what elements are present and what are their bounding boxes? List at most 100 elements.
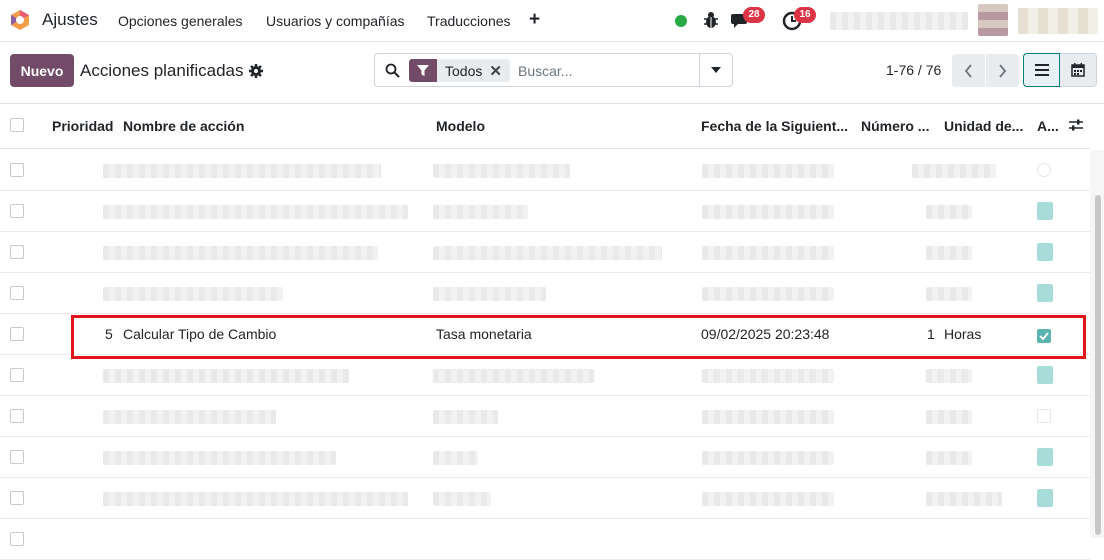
blurred-cell xyxy=(103,492,408,506)
row-checkbox[interactable] xyxy=(10,245,24,259)
table-row[interactable] xyxy=(0,396,1090,437)
search-bar: Todos ✕ Buscar... xyxy=(374,53,733,87)
header-numero[interactable]: Número ... xyxy=(861,118,929,134)
blurred-cell xyxy=(103,369,349,383)
row-checkbox[interactable] xyxy=(10,532,24,546)
list-view-button[interactable] xyxy=(1023,53,1060,87)
blurred-active-toggle[interactable] xyxy=(1037,202,1053,220)
menu-usuarios-companias[interactable]: Usuarios y compañías xyxy=(266,13,405,29)
menu-opciones-generales[interactable]: Opciones generales xyxy=(118,13,243,29)
user-avatar[interactable] xyxy=(978,4,1008,36)
blurred-active-toggle[interactable] xyxy=(1037,284,1053,302)
table-header: Prioridad Nombre de acción Modelo Fecha … xyxy=(0,104,1090,149)
blurred-cell xyxy=(433,451,478,465)
blurred-cell xyxy=(103,410,276,424)
blurred-cell xyxy=(433,246,662,260)
blurred-cell xyxy=(433,164,570,178)
table-row[interactable] xyxy=(0,150,1090,191)
blurred-cell xyxy=(926,205,972,219)
blurred-cell xyxy=(433,369,594,383)
blurred-cell xyxy=(103,246,378,260)
row-checkbox[interactable] xyxy=(10,286,24,300)
row-checkbox[interactable] xyxy=(10,450,24,464)
odoo-logo-icon[interactable] xyxy=(9,9,31,31)
chevron-right-icon xyxy=(999,63,1007,78)
calendar-view-button[interactable] xyxy=(1060,53,1097,87)
top-navbar: Ajustes Opciones generales Usuarios y co… xyxy=(0,0,1104,42)
online-status-icon xyxy=(675,15,687,27)
app-name[interactable]: Ajustes xyxy=(42,10,98,30)
blurred-cell xyxy=(926,246,972,260)
blurred-cell xyxy=(702,246,834,260)
blurred-active-toggle[interactable] xyxy=(1037,489,1053,507)
caret-down-icon xyxy=(711,67,721,73)
table-row[interactable] xyxy=(0,355,1090,396)
debug-bug-icon[interactable] xyxy=(703,11,719,29)
table-row[interactable] xyxy=(0,437,1090,478)
blurred-cell xyxy=(926,492,1002,506)
facet-label: Todos xyxy=(445,62,483,79)
blurred-cell xyxy=(926,410,972,424)
row-checkbox[interactable] xyxy=(10,491,24,505)
header-unidad[interactable]: Unidad de... xyxy=(944,118,1023,134)
header-modelo[interactable]: Modelo xyxy=(436,118,485,134)
close-icon[interactable]: ✕ xyxy=(489,62,510,80)
row-checkbox[interactable] xyxy=(10,327,24,341)
row-checkbox[interactable] xyxy=(10,368,24,382)
blurred-cell xyxy=(433,492,491,506)
optional-columns-icon[interactable] xyxy=(1069,118,1083,132)
messages-badge: 28 xyxy=(743,7,765,23)
search-options-toggle[interactable] xyxy=(699,54,732,86)
gear-icon[interactable] xyxy=(249,64,263,78)
blurred-cell xyxy=(702,205,834,219)
table-row[interactable] xyxy=(0,519,1090,560)
header-fecha-siguiente[interactable]: Fecha de la Siguient... xyxy=(701,118,848,134)
blurred-cell xyxy=(103,205,408,219)
blurred-cell xyxy=(926,287,972,301)
highlight-frame xyxy=(71,315,1086,359)
row-checkbox[interactable] xyxy=(10,163,24,177)
new-button[interactable]: Nuevo xyxy=(10,54,74,87)
blurred-company-name[interactable] xyxy=(830,12,968,30)
blurred-cell xyxy=(702,287,834,301)
blurred-user-name[interactable] xyxy=(1018,8,1098,34)
page-title: Acciones planificadas xyxy=(80,61,244,80)
search-input[interactable]: Buscar... xyxy=(518,63,572,79)
search-icon[interactable] xyxy=(385,63,400,78)
calendar-icon xyxy=(1071,63,1085,77)
scrollbar-thumb[interactable] xyxy=(1095,195,1101,535)
blurred-active-toggle[interactable] xyxy=(1037,366,1053,384)
header-activo[interactable]: A... xyxy=(1037,118,1059,134)
table-row[interactable] xyxy=(0,478,1090,519)
header-nombre-accion[interactable]: Nombre de acción xyxy=(123,118,244,134)
filter-icon xyxy=(409,59,437,82)
blurred-cell xyxy=(433,287,546,301)
blurred-cell xyxy=(702,369,834,383)
activities-badge: 16 xyxy=(794,7,816,23)
blurred-active-toggle[interactable] xyxy=(1037,448,1053,466)
table-row[interactable] xyxy=(0,232,1090,273)
filter-facet[interactable]: Todos ✕ xyxy=(409,59,510,82)
pager-previous-button[interactable] xyxy=(952,54,985,87)
pager-next-button[interactable] xyxy=(986,54,1019,87)
row-checkbox[interactable] xyxy=(10,409,24,423)
add-menu-icon[interactable]: + xyxy=(529,9,540,31)
blurred-cell xyxy=(926,451,972,465)
blurred-active-toggle[interactable] xyxy=(1037,243,1053,261)
row-checkbox[interactable] xyxy=(10,204,24,218)
blurred-active-toggle[interactable] xyxy=(1037,409,1051,423)
select-all-checkbox[interactable] xyxy=(10,118,24,132)
menu-traducciones[interactable]: Traducciones xyxy=(427,13,511,29)
blurred-cell xyxy=(103,451,336,465)
pager-value[interactable]: 1-76 / 76 xyxy=(886,62,941,78)
blurred-cell xyxy=(912,164,996,178)
list-view-icon xyxy=(1034,64,1049,76)
blurred-cell xyxy=(702,451,834,465)
table-row[interactable] xyxy=(0,191,1090,232)
table-row[interactable] xyxy=(0,273,1090,314)
blurred-cell xyxy=(433,205,528,219)
blurred-cell xyxy=(433,410,498,424)
chevron-left-icon xyxy=(964,63,972,78)
header-prioridad[interactable]: Prioridad xyxy=(52,118,113,134)
blurred-active-toggle[interactable] xyxy=(1037,163,1051,177)
